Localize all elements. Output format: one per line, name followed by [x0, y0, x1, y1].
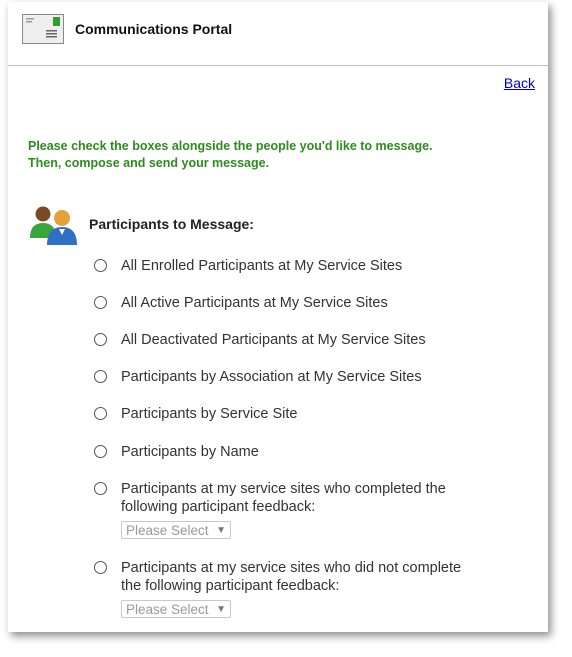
select-value: Please Select — [126, 602, 209, 617]
radio-by-association[interactable] — [94, 370, 107, 383]
completed-feedback-select[interactable]: Please Select ▼ — [121, 521, 231, 539]
radio-not-completed-feedback[interactable] — [94, 561, 107, 574]
radio-all-deactivated[interactable] — [94, 333, 107, 346]
chevron-down-icon: ▼ — [216, 525, 226, 536]
option-label: Participants at my service sites who did… — [121, 560, 462, 594]
option-label: All Enrolled Participants at My Service … — [121, 258, 403, 274]
back-link[interactable]: Back — [504, 75, 535, 91]
envelope-icon — [22, 14, 64, 44]
select-value: Please Select — [126, 523, 209, 538]
not-completed-feedback-select[interactable]: Please Select ▼ — [121, 600, 231, 618]
portal-header: Communications Portal — [8, 2, 548, 66]
chevron-down-icon: ▼ — [216, 604, 226, 615]
option-label: All Active Participants at My Service Si… — [121, 295, 388, 311]
radio-by-service-site[interactable] — [94, 407, 107, 420]
option-label: Participants at my service sites who com… — [121, 481, 446, 515]
option-label: All Deactivated Participants at My Servi… — [121, 332, 426, 348]
radio-completed-feedback[interactable] — [94, 482, 107, 495]
participants-section-label: Participants to Message: — [89, 216, 254, 232]
instructions-text: Please check the boxes alongside the peo… — [28, 139, 433, 170]
option-label: Participants by Service Site — [121, 406, 298, 422]
page-title: Communications Portal — [75, 21, 233, 37]
option-label: Participants by Association at My Servic… — [121, 369, 422, 385]
header-divider — [8, 65, 548, 66]
option-label: Participants by Name — [121, 444, 259, 460]
people-icon — [30, 206, 77, 245]
portal-window: Communications Portal Back Please check … — [8, 2, 548, 632]
radio-by-name[interactable] — [94, 445, 107, 458]
radio-all-enrolled[interactable] — [94, 259, 107, 272]
radio-all-active[interactable] — [94, 296, 107, 309]
